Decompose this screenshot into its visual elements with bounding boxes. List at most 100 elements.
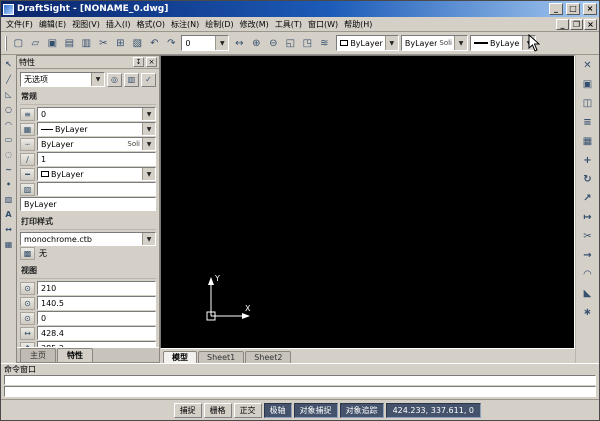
menu-item[interactable]: 编辑(E) xyxy=(36,18,69,31)
menu-item[interactable]: 工具(T) xyxy=(272,18,305,31)
text-icon[interactable]: A xyxy=(2,208,15,221)
chevron-down-icon[interactable] xyxy=(91,73,104,86)
zoom-fit-icon[interactable]: ◳ xyxy=(299,34,316,52)
redo-icon[interactable]: ↷ xyxy=(163,34,180,52)
chevron-down-icon[interactable] xyxy=(142,233,155,245)
circle-icon[interactable]: ○ xyxy=(2,103,15,116)
chevron-down-icon[interactable] xyxy=(454,36,467,50)
linetype-combo[interactable]: ByLayer Soli xyxy=(400,35,468,51)
layers-manager-icon[interactable]: ≋ xyxy=(316,34,333,52)
hatch-icon[interactable]: ▨ xyxy=(2,193,15,206)
select-arrow-icon[interactable]: ↖ xyxy=(2,58,15,71)
open-folder-icon[interactable]: ▱ xyxy=(27,34,44,52)
view-value-input[interactable]: 210 xyxy=(37,281,156,295)
layer-combo[interactable]: 0 xyxy=(181,35,230,51)
undo-icon[interactable]: ↶ xyxy=(146,34,163,52)
linetype-select[interactable]: ByLayer Soli xyxy=(37,137,156,151)
object-track-toggle[interactable]: 对象追踪 xyxy=(339,402,384,418)
menu-item[interactable]: 窗口(W) xyxy=(305,18,341,31)
chamfer-icon[interactable]: ◣ xyxy=(579,286,597,301)
select-matching-icon[interactable]: ◎ xyxy=(107,72,122,87)
chevron-down-icon[interactable] xyxy=(384,36,398,50)
tab-sheet2[interactable]: Sheet2 xyxy=(245,351,292,363)
lineweight-select[interactable]: ByLayer xyxy=(37,167,156,181)
pan-icon[interactable]: ↔ xyxy=(231,34,248,52)
copy-entities-icon[interactable]: ▣ xyxy=(579,77,597,92)
toolbar-grip[interactable] xyxy=(5,35,8,51)
color-combo[interactable]: ByLayer xyxy=(336,35,399,51)
new-file-icon[interactable]: ▢ xyxy=(10,34,27,52)
erase-icon[interactable]: ✕ xyxy=(579,58,597,73)
menu-item[interactable]: 修改(M) xyxy=(237,18,272,31)
tab-sheet1[interactable]: Sheet1 xyxy=(198,351,245,363)
command-history[interactable] xyxy=(4,375,596,385)
linetype-scale-input[interactable]: 1 xyxy=(37,152,156,166)
menu-item[interactable]: 文件(F) xyxy=(3,18,36,31)
move-icon[interactable]: + xyxy=(579,153,597,168)
close-icon[interactable]: × xyxy=(146,57,157,67)
object-snap-toggle[interactable]: 对象捕捉 xyxy=(293,402,338,418)
spline-icon[interactable]: ∼ xyxy=(2,163,15,176)
menu-item[interactable]: 视图(V) xyxy=(69,18,103,31)
command-input[interactable] xyxy=(4,386,596,397)
chevron-down-icon[interactable] xyxy=(142,123,155,135)
scale-icon[interactable]: ↗ xyxy=(579,191,597,206)
extend-icon[interactable]: → xyxy=(579,248,597,263)
dimension-icon[interactable]: ↔ xyxy=(2,223,15,236)
minimize-button[interactable]: _ xyxy=(549,3,563,15)
print-style-field[interactable]: ByLayer xyxy=(20,197,156,211)
offset-icon[interactable]: ≡ xyxy=(579,115,597,130)
chevron-down-icon[interactable] xyxy=(142,108,155,120)
zoom-window-icon[interactable]: ◱ xyxy=(282,34,299,52)
stretch-icon[interactable]: ↦ xyxy=(579,210,597,225)
pattern-icon[interactable]: ▦ xyxy=(579,134,597,149)
chevron-down-icon[interactable] xyxy=(142,138,155,150)
zoom-out-icon[interactable]: ⊖ xyxy=(265,34,282,52)
menu-item[interactable]: 帮助(H) xyxy=(341,18,375,31)
view-value-input[interactable]: 140.5 xyxy=(37,296,156,310)
drawing-canvas[interactable]: Y X xyxy=(160,55,575,349)
line-icon[interactable]: ╱ xyxy=(2,73,15,86)
mirror-icon[interactable]: ◫ xyxy=(579,96,597,111)
rectangle-icon[interactable]: ▭ xyxy=(2,133,15,146)
select-all-icon[interactable]: ✓ xyxy=(141,72,156,87)
table-icon[interactable]: ▦ xyxy=(2,238,15,251)
trim-icon[interactable]: ✂ xyxy=(579,229,597,244)
print-preview-icon[interactable]: ▥ xyxy=(78,34,95,52)
ortho-toggle[interactable]: 正交 xyxy=(233,402,262,418)
menu-item[interactable]: 绘制(D) xyxy=(202,18,236,31)
explode-icon[interactable]: ∗ xyxy=(579,305,597,320)
zoom-in-icon[interactable]: ⊕ xyxy=(248,34,265,52)
hyperlink-input[interactable] xyxy=(37,182,156,196)
view-value-input[interactable]: 0 xyxy=(37,311,156,325)
lineweight-combo[interactable]: ByLayer xyxy=(470,35,536,51)
chevron-down-icon[interactable] xyxy=(522,36,535,50)
fillet-icon[interactable]: ◠ xyxy=(579,267,597,282)
maximize-button[interactable]: □ xyxy=(566,3,580,15)
mdi-minimize-button[interactable]: _ xyxy=(556,18,569,30)
chevron-down-icon[interactable] xyxy=(142,168,155,180)
menu-item[interactable]: 标注(N) xyxy=(168,18,202,31)
print-icon[interactable]: ▤ xyxy=(61,34,78,52)
save-icon[interactable]: ▣ xyxy=(44,34,61,52)
ellipse-icon[interactable]: ◌ xyxy=(2,148,15,161)
paste-icon[interactable]: ▧ xyxy=(129,34,146,52)
rotate-icon[interactable]: ↻ xyxy=(579,172,597,187)
snap-toggle[interactable]: 捕捉 xyxy=(173,402,202,418)
mdi-restore-button[interactable]: ❐ xyxy=(570,18,583,30)
mdi-close-button[interactable]: × xyxy=(584,18,597,30)
print-style-table-select[interactable]: monochrome.ctb xyxy=(20,232,156,246)
cut-icon[interactable]: ✂ xyxy=(95,34,112,52)
chevron-down-icon[interactable] xyxy=(215,36,229,50)
view-value-input[interactable]: 428.4 xyxy=(37,326,156,340)
grid-toggle[interactable]: 栅格 xyxy=(203,402,232,418)
polar-toggle[interactable]: 极轴 xyxy=(263,402,292,418)
menu-item[interactable]: 插入(I) xyxy=(103,18,134,31)
point-icon[interactable]: • xyxy=(2,178,15,191)
selection-combo[interactable]: 无选项 xyxy=(20,72,105,87)
polyline-icon[interactable]: ◺ xyxy=(2,88,15,101)
tab-properties[interactable]: 特性 xyxy=(57,348,93,362)
quick-select-icon[interactable]: ▥ xyxy=(124,72,139,87)
arc-icon[interactable]: ◠ xyxy=(2,118,15,131)
pin-icon[interactable]: ↧ xyxy=(133,57,144,67)
